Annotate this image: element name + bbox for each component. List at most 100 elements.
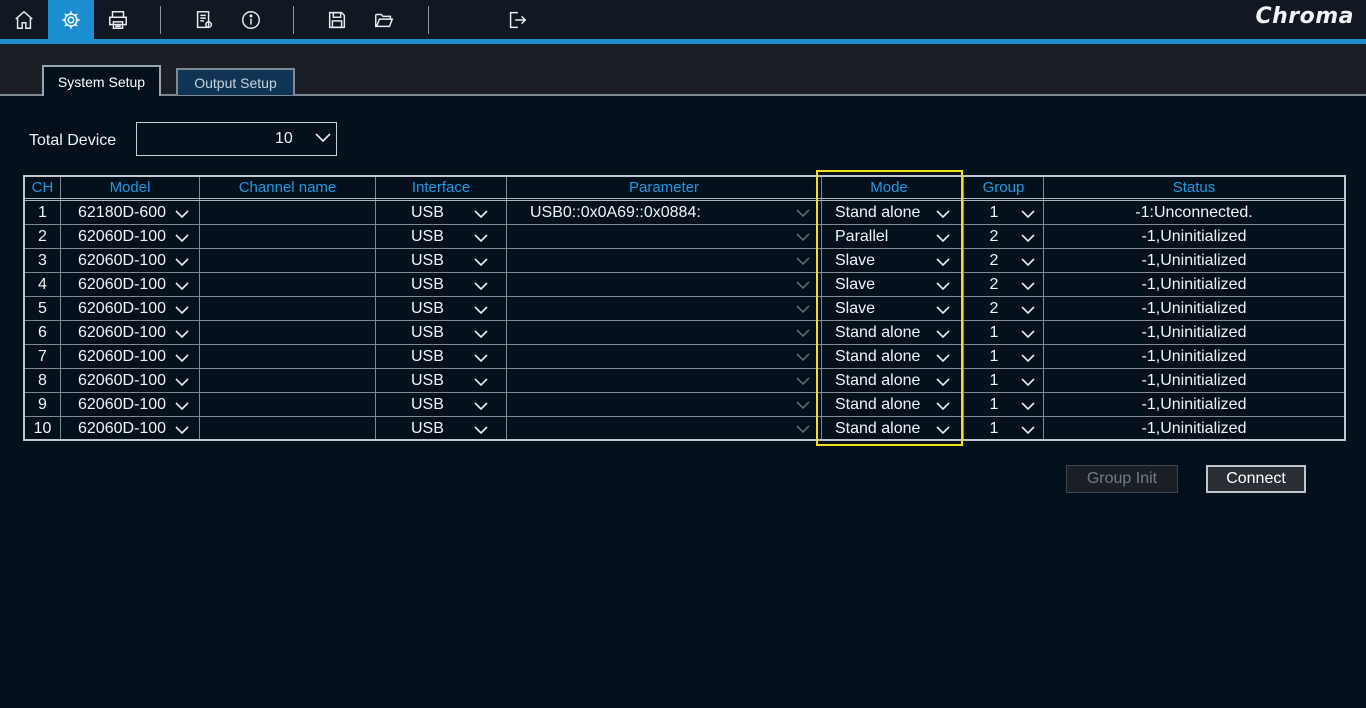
connect-button[interactable]: Connect [1206, 465, 1306, 493]
model-select[interactable]: 62060D-100 [78, 252, 166, 270]
chevron-down-icon [796, 257, 810, 266]
info-button[interactable] [228, 0, 274, 39]
chevron-down-icon [796, 401, 810, 410]
interface-select[interactable]: USB [411, 348, 444, 366]
ch-cell: 4 [38, 276, 47, 293]
exit-icon [509, 11, 527, 28]
mode-select[interactable]: Stand alone [835, 324, 920, 342]
model-select[interactable]: 62060D-100 [78, 396, 166, 414]
mode-select[interactable]: Stand alone [835, 396, 920, 414]
chevron-down-icon [936, 402, 950, 411]
mode-select[interactable]: Slave [835, 252, 875, 270]
chevron-down-icon [1021, 306, 1035, 315]
group-select[interactable]: 1 [964, 372, 1024, 390]
mode-select[interactable]: Stand alone [835, 204, 920, 222]
model-select[interactable]: 62060D-100 [78, 372, 166, 390]
interface-select[interactable]: USB [411, 324, 444, 342]
chevron-down-icon [474, 234, 488, 243]
chevron-down-icon [474, 282, 488, 291]
chevron-down-icon [474, 306, 488, 315]
print-button[interactable] [95, 0, 141, 39]
group-select[interactable]: 1 [964, 348, 1024, 366]
chevron-down-icon [936, 354, 950, 363]
model-select[interactable]: 62060D-100 [78, 300, 166, 318]
chevron-down-icon [474, 354, 488, 363]
setup-button[interactable] [48, 0, 94, 39]
header-status: Status [1172, 179, 1216, 196]
ch-cell: 7 [38, 348, 47, 365]
chevron-down-icon [1021, 354, 1035, 363]
table-row: 8 62060D-100 USB Stand alone 1 -1,Uninitializ… [25, 369, 1344, 393]
tab-system-setup[interactable]: System Setup [42, 65, 161, 96]
home-button[interactable] [1, 0, 47, 39]
chevron-down-icon [936, 234, 950, 243]
report-button[interactable] [181, 0, 227, 39]
row-divider [25, 320, 1344, 321]
save-button[interactable] [314, 0, 360, 39]
open-button[interactable] [361, 0, 407, 39]
interface-select[interactable]: USB [411, 300, 444, 318]
chevron-down-icon [796, 425, 810, 434]
chevron-down-icon [175, 282, 189, 291]
mode-select[interactable]: Stand alone [835, 348, 920, 366]
interface-select[interactable]: USB [411, 420, 444, 438]
chevron-down-icon [1021, 282, 1035, 291]
total-device-value: 10 [275, 130, 293, 147]
group-select[interactable]: 1 [964, 396, 1024, 414]
table-row: 9 62060D-100 USB Stand alone 1 -1,Uninitializ… [25, 393, 1344, 417]
tab-output-setup[interactable]: Output Setup [176, 68, 295, 95]
chevron-down-icon [936, 258, 950, 267]
model-select[interactable]: 62060D-100 [78, 276, 166, 294]
total-device-select[interactable]: 10 [136, 122, 337, 156]
status-cell: -1,Uninitialized [1141, 348, 1247, 365]
mode-select[interactable]: Stand alone [835, 420, 920, 438]
mode-select[interactable]: Stand alone [835, 372, 920, 390]
exit-button[interactable] [494, 0, 540, 39]
group-select[interactable]: 1 [964, 324, 1024, 342]
interface-select[interactable]: USB [411, 252, 444, 270]
row-divider [25, 272, 1344, 273]
status-cell: -1,Uninitialized [1141, 396, 1247, 413]
chevron-down-icon [936, 306, 950, 315]
interface-select[interactable]: USB [411, 372, 444, 390]
channel-table: CH Model Channel name Interface Paramete… [23, 175, 1346, 441]
chevron-down-icon [175, 306, 189, 315]
toolbar-separator [428, 6, 429, 34]
mode-select[interactable]: Parallel [835, 228, 888, 246]
group-select[interactable]: 2 [964, 300, 1024, 318]
model-select[interactable]: 62180D-600 [78, 204, 166, 222]
table-row: 5 62060D-100 USB Slave 2 -1,Uninitialized [25, 297, 1344, 321]
interface-select[interactable]: USB [411, 204, 444, 222]
chevron-down-icon [936, 282, 950, 291]
group-select[interactable]: 1 [964, 420, 1024, 438]
group-select[interactable]: 2 [964, 276, 1024, 294]
mode-select[interactable]: Slave [835, 300, 875, 318]
row-divider [25, 248, 1344, 249]
status-cell: -1:Unconnected. [1135, 204, 1253, 221]
group-select[interactable]: 1 [964, 204, 1024, 222]
chevron-down-icon [936, 378, 950, 387]
parameter-select[interactable]: USB0::0x0A69::0x0884: [530, 204, 701, 222]
group-select[interactable]: 2 [964, 252, 1024, 270]
group-select[interactable]: 2 [964, 228, 1024, 246]
chevron-down-icon [1021, 426, 1035, 435]
chevron-down-icon [796, 377, 810, 386]
chevron-down-icon [175, 402, 189, 411]
report-icon [196, 10, 213, 28]
interface-select[interactable]: USB [411, 228, 444, 246]
home-icon [15, 10, 33, 29]
chevron-down-icon [175, 354, 189, 363]
model-select[interactable]: 62060D-100 [78, 324, 166, 342]
mode-select[interactable]: Slave [835, 276, 875, 294]
ch-cell: 10 [33, 420, 52, 437]
model-select[interactable]: 62060D-100 [78, 420, 166, 438]
row-divider [25, 416, 1344, 417]
chevron-down-icon [796, 353, 810, 362]
model-select[interactable]: 62060D-100 [78, 348, 166, 366]
chevron-down-icon [474, 258, 488, 267]
interface-select[interactable]: USB [411, 276, 444, 294]
interface-select[interactable]: USB [411, 396, 444, 414]
status-cell: -1,Uninitialized [1141, 300, 1247, 317]
model-select[interactable]: 62060D-100 [78, 228, 166, 246]
group-init-button[interactable]: Group Init [1066, 465, 1178, 493]
